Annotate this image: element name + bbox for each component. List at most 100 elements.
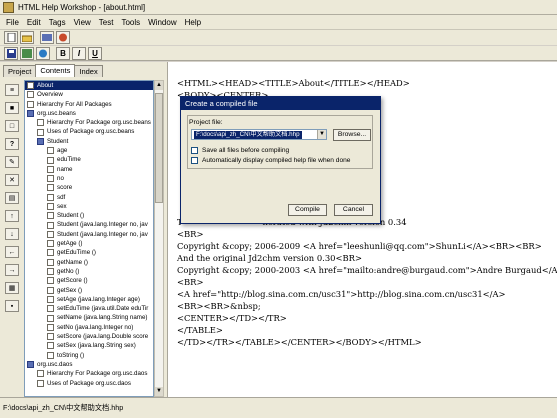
- tree-item[interactable]: sex: [25, 202, 153, 211]
- tree-item[interactable]: Hierarchy For Package org.usc.beans: [25, 118, 153, 127]
- menu-test[interactable]: Test: [95, 18, 118, 27]
- insert-image-icon[interactable]: [20, 46, 34, 60]
- tree-item[interactable]: getSex (): [25, 286, 153, 295]
- scroll-down-icon[interactable]: ▼: [155, 387, 163, 396]
- insert-heading-icon[interactable]: ■: [5, 102, 19, 114]
- move-left-icon[interactable]: ←: [5, 246, 19, 258]
- tree-item[interactable]: getEduTime (): [25, 248, 153, 257]
- page-icon: [47, 314, 54, 322]
- compile-icon[interactable]: [40, 31, 54, 44]
- tree-item[interactable]: org.usc.beans: [25, 109, 153, 118]
- checkbox-icon[interactable]: [191, 157, 198, 164]
- tree-item[interactable]: Hierarchy For All Packages: [25, 100, 153, 109]
- tab-project[interactable]: Project: [3, 65, 37, 77]
- tree-item[interactable]: Student (java.lang.Integer no, jav: [25, 230, 153, 239]
- checkbox-icon[interactable]: [191, 147, 198, 154]
- tree-item-label: getSex (): [57, 286, 83, 294]
- insert-link-icon[interactable]: [36, 46, 50, 60]
- tree-item[interactable]: Overview: [25, 90, 153, 99]
- tree-item[interactable]: org.usc.daos: [25, 360, 153, 369]
- insert-page-icon[interactable]: □: [5, 120, 19, 132]
- tree-item[interactable]: getNo (): [25, 267, 153, 276]
- cancel-button[interactable]: Cancel: [334, 204, 373, 216]
- tree-item[interactable]: getScore (): [25, 276, 153, 285]
- tree-item[interactable]: Uses of Package org.usc.beans: [25, 127, 153, 136]
- menu-tags[interactable]: Tags: [45, 18, 70, 27]
- move-right-icon[interactable]: →: [5, 264, 19, 276]
- underline-button[interactable]: U: [88, 46, 102, 60]
- app-icon: [3, 1, 14, 13]
- open-folder-icon[interactable]: [20, 31, 34, 44]
- menu-file[interactable]: File: [2, 18, 23, 27]
- save-icon[interactable]: [4, 46, 18, 60]
- tree-item[interactable]: score: [25, 183, 153, 192]
- bold-button[interactable]: B: [56, 46, 70, 60]
- view-compiled-icon[interactable]: [56, 31, 70, 44]
- tree-item[interactable]: Student (java.lang.Integer no, jav: [25, 220, 153, 229]
- code-line: </TD></TR></TABLE></CENTER></BODY></HTML…: [177, 337, 422, 347]
- tree-item-label: About: [37, 82, 54, 89]
- tree-item[interactable]: setNo (java.lang.Integer no): [25, 323, 153, 332]
- menu-help[interactable]: Help: [181, 18, 205, 27]
- tree-item[interactable]: setName (java.lang.String name): [25, 313, 153, 322]
- contents-properties-icon[interactable]: ≡: [5, 84, 19, 96]
- tree-item[interactable]: sdf: [25, 193, 153, 202]
- tree-item[interactable]: setScore (java.lang.Double score: [25, 332, 153, 341]
- dialog-title: Create a compiled file: [181, 97, 380, 110]
- tree-item[interactable]: no: [25, 174, 153, 183]
- edit-entry-icon[interactable]: ✎: [5, 156, 19, 168]
- browse-button[interactable]: Browse...: [333, 129, 371, 141]
- menu-tools[interactable]: Tools: [117, 18, 144, 27]
- tree-item[interactable]: Hierarchy For Package org.usc.daos: [25, 369, 153, 378]
- delete-entry-icon[interactable]: ✕: [5, 174, 19, 186]
- tree-item[interactable]: About: [25, 81, 153, 91]
- view-source-icon[interactable]: ▦: [5, 282, 19, 294]
- tree-item-label: setSex (java.lang.String sex): [57, 342, 136, 350]
- tree-item[interactable]: Student: [25, 137, 153, 146]
- save-all-checkbox[interactable]: Save all files before compiling: [191, 147, 289, 154]
- menu-window[interactable]: Window: [144, 18, 180, 27]
- tree-item-label: setAge (java.lang.Integer age): [57, 295, 140, 303]
- chevron-down-icon[interactable]: ▼: [317, 130, 326, 139]
- help-icon[interactable]: ?: [5, 138, 19, 150]
- menu-view[interactable]: View: [70, 18, 95, 27]
- scroll-up-icon[interactable]: ▲: [155, 81, 163, 90]
- tree-scrollbar[interactable]: ▲ ▼: [154, 80, 164, 397]
- tree-item-label: setName (java.lang.String name): [57, 314, 148, 322]
- new-file-icon[interactable]: [4, 31, 18, 44]
- compile-button[interactable]: Compile: [288, 204, 327, 216]
- italic-button[interactable]: I: [72, 46, 86, 60]
- book-icon: [27, 110, 34, 118]
- code-line: <CENTER></TD></TR>: [177, 313, 287, 323]
- code-line: Copyright &copy; 2006-2009 <A href="lees…: [177, 241, 542, 251]
- tree-item[interactable]: getAge (): [25, 239, 153, 248]
- tree-item[interactable]: setAge (java.lang.Integer age): [25, 295, 153, 304]
- save-contents-icon[interactable]: ▪: [5, 300, 19, 312]
- move-up-icon[interactable]: ↑: [5, 210, 19, 222]
- tree-item[interactable]: Student (): [25, 211, 153, 220]
- view-html-icon[interactable]: ▤: [5, 192, 19, 204]
- page-icon: [47, 333, 54, 341]
- tree-item[interactable]: toString (): [25, 351, 153, 360]
- move-down-icon[interactable]: ↓: [5, 228, 19, 240]
- tree-item[interactable]: name: [25, 165, 153, 174]
- auto-display-checkbox[interactable]: Automatically display compiled help file…: [191, 157, 350, 164]
- contents-tree[interactable]: About Overview Hierarchy For All Packages o…: [24, 80, 154, 397]
- title-bar: HTML Help Workshop - [about.html]: [0, 0, 557, 15]
- tree-item[interactable]: setSex (java.lang.String sex): [25, 341, 153, 350]
- tree-item[interactable]: Uses of Package org.usc.daos: [25, 379, 153, 388]
- tab-contents[interactable]: Contents: [35, 64, 76, 77]
- page-icon: [47, 184, 54, 192]
- tree-item[interactable]: getName (): [25, 258, 153, 267]
- page-icon: [47, 258, 54, 266]
- contents-tools: ≡ ■ □ ? ✎ ✕ ▤ ↑ ↓ ← → ▦ ▪: [3, 84, 23, 318]
- tree-item[interactable]: setEduTime (java.util.Date eduTir: [25, 304, 153, 313]
- scroll-thumb[interactable]: [155, 93, 163, 203]
- tab-index[interactable]: Index: [74, 65, 103, 77]
- tree-item[interactable]: age: [25, 146, 153, 155]
- tree-item-label: Uses of Package org.usc.beans: [47, 128, 135, 136]
- tree-item-label: toString (): [57, 351, 85, 359]
- project-file-combo[interactable]: F:\docs\api_zh_CN\中文帮助文档.hhp ▼: [191, 129, 327, 140]
- tree-item[interactable]: eduTime: [25, 155, 153, 164]
- menu-edit[interactable]: Edit: [23, 18, 45, 27]
